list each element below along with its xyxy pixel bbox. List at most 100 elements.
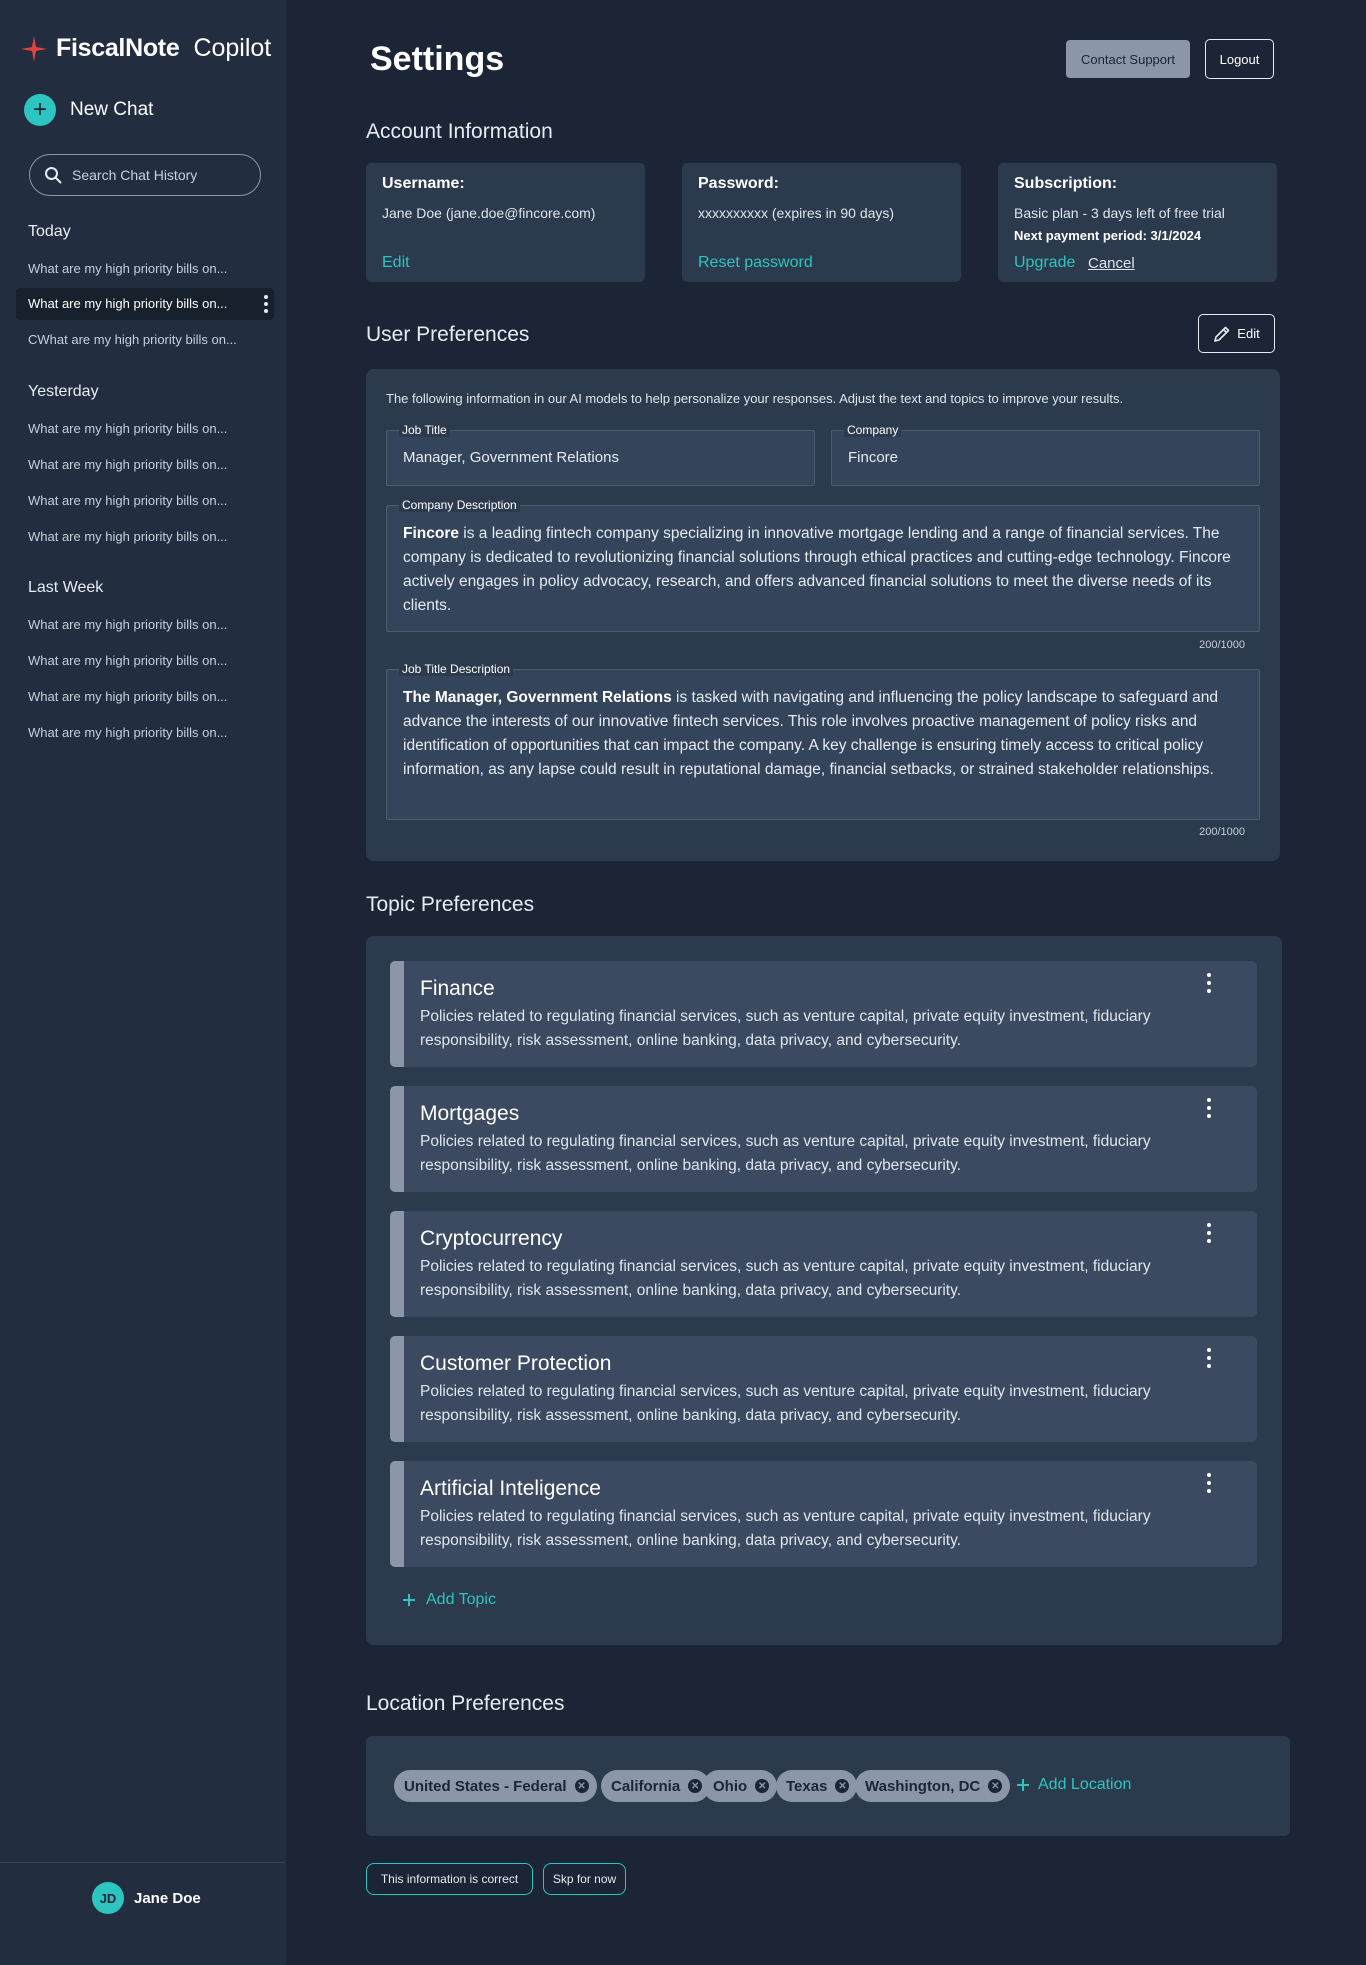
location-chip: California ✕ <box>601 1770 711 1802</box>
subscription-card: Subscription: Basic plan - 3 days left o… <box>998 163 1277 282</box>
company-field[interactable]: Company Fincore <box>831 423 1260 486</box>
location-chip: Ohio ✕ <box>703 1770 778 1802</box>
job-title-description-counter: 200/1000 <box>1199 826 1245 838</box>
topic-name: Mortgages <box>420 1102 520 1125</box>
topic-name: Customer Protection <box>420 1352 612 1375</box>
job-title-field[interactable]: Job Title Manager, Government Relations <box>386 423 815 486</box>
topic-description: Policies related to regulating financial… <box>420 1508 1151 1549</box>
sidebar: FiscalNote Copilot + New Chat Today What … <box>0 0 286 1965</box>
chat-history-item[interactable]: What are my high priority bills on... <box>28 725 268 740</box>
location-chip-label: United States - Federal <box>404 1777 567 1795</box>
add-location-button[interactable]: Add Location <box>1016 1776 1131 1794</box>
topic-more-options-icon[interactable] <box>1206 973 1212 993</box>
chat-history-item[interactable]: What are my high priority bills on... <box>28 689 268 704</box>
more-options-icon[interactable] <box>264 295 268 313</box>
remove-location-icon[interactable]: ✕ <box>988 1779 1003 1793</box>
remove-location-icon[interactable]: ✕ <box>688 1779 703 1793</box>
topic-card[interactable]: Artificial Inteligence Policies related … <box>390 1461 1257 1567</box>
job-title-description-field[interactable]: Job Title Description The Manager, Gover… <box>386 662 1260 820</box>
topic-drag-handle[interactable] <box>390 1461 404 1567</box>
contact-support-button[interactable]: Contact Support <box>1066 40 1190 78</box>
reset-password-link[interactable]: Reset password <box>698 254 813 272</box>
topic-card[interactable]: Customer Protection Policies related to … <box>390 1336 1257 1442</box>
chat-history-item[interactable]: What are my high priority bills on... <box>28 617 268 632</box>
topic-drag-handle[interactable] <box>390 961 404 1067</box>
add-topic-label: Add Topic <box>426 1591 496 1608</box>
cancel-subscription-link[interactable]: Cancel <box>1088 255 1135 272</box>
plus-icon <box>1017 1779 1029 1791</box>
topic-name: Cryptocurrency <box>420 1227 563 1250</box>
add-topic-button[interactable]: Add Topic <box>402 1591 496 1609</box>
next-payment: Next payment period: 3/1/2024 <box>1014 228 1202 243</box>
brand-product: Copilot <box>193 34 272 62</box>
search-icon <box>45 167 62 184</box>
job-title-description-label: Job Title Description <box>399 662 514 676</box>
chat-history-item[interactable]: What are my high priority bills on... <box>28 653 268 668</box>
topic-preferences-title: Topic Preferences <box>366 893 535 916</box>
page-title: Settings <box>370 40 505 78</box>
edit-label: Edit <box>1237 326 1260 341</box>
topic-card[interactable]: Mortgages Policies related to regulating… <box>390 1086 1257 1192</box>
chat-history-item[interactable]: What are my high priority bills on... <box>28 457 268 472</box>
preferences-intro: The following information in our AI mode… <box>386 391 1124 406</box>
user-name: Jane Doe <box>134 1889 201 1907</box>
company-value: Fincore <box>848 449 899 466</box>
topic-description: Policies related to regulating financial… <box>420 1258 1151 1299</box>
subscription-value: Basic plan - 3 days left of free trial <box>1014 205 1225 221</box>
topic-more-options-icon[interactable] <box>1206 1348 1212 1368</box>
topic-card[interactable]: Finance Policies related to regulating f… <box>390 961 1257 1067</box>
remove-location-icon[interactable]: ✕ <box>835 1779 850 1793</box>
chat-history-item[interactable]: What are my high priority bills on... <box>28 529 268 544</box>
company-description-counter: 200/1000 <box>1199 639 1245 651</box>
chat-history-item[interactable]: What are my high priority bills on... <box>28 493 268 508</box>
username-label: Username: <box>382 175 465 192</box>
topic-drag-handle[interactable] <box>390 1211 404 1317</box>
chat-history-item[interactable]: What are my high priority bills on... <box>28 421 268 436</box>
sidebar-footer: JD Jane Doe <box>0 1862 286 1965</box>
topic-more-options-icon[interactable] <box>1206 1098 1212 1118</box>
information-correct-button[interactable]: This information is correct <box>366 1863 533 1895</box>
location-chip-label: California <box>611 1777 681 1795</box>
topic-description: Policies related to regulating financial… <box>420 1008 1151 1049</box>
edit-preferences-button[interactable]: Edit <box>1198 314 1275 353</box>
topic-more-options-icon[interactable] <box>1206 1223 1212 1243</box>
fiscalnote-star-icon <box>21 35 47 62</box>
topic-drag-handle[interactable] <box>390 1086 404 1192</box>
chat-history-item[interactable]: CWhat are my high priority bills on... <box>28 332 268 347</box>
search-box[interactable] <box>29 154 261 196</box>
new-chat-button[interactable]: + New Chat <box>24 94 153 126</box>
logout-button[interactable]: Logout <box>1205 39 1274 79</box>
history-group-last-week: Last Week <box>28 579 104 596</box>
topic-name: Artificial Inteligence <box>420 1477 601 1500</box>
user-profile[interactable]: JD Jane Doe <box>92 1882 201 1914</box>
location-preferences-title: Location Preferences <box>366 1692 565 1715</box>
user-preferences-panel: The following information in our AI mode… <box>366 369 1280 861</box>
company-description-field[interactable]: Company Description Fincore is a leading… <box>386 498 1260 632</box>
topic-card[interactable]: Cryptocurrency Policies related to regul… <box>390 1211 1257 1317</box>
location-chip-label: Ohio <box>713 1777 748 1795</box>
history-group-yesterday: Yesterday <box>28 383 99 400</box>
topic-more-options-icon[interactable] <box>1206 1473 1212 1493</box>
edit-username-link[interactable]: Edit <box>382 254 410 272</box>
upgrade-link[interactable]: Upgrade <box>1014 254 1075 272</box>
location-chip-label: Texas <box>786 1777 828 1795</box>
remove-location-icon[interactable]: ✕ <box>755 1779 770 1793</box>
job-title-label: Job Title <box>399 423 450 437</box>
chat-history-item-active[interactable]: What are my high priority bills on... <box>16 288 274 320</box>
remove-location-icon[interactable]: ✕ <box>574 1779 589 1793</box>
topic-description: Policies related to regulating financial… <box>420 1383 1151 1424</box>
brand-logo[interactable]: FiscalNote Copilot <box>20 34 271 63</box>
topic-name: Finance <box>420 977 495 1000</box>
plus-icon: + <box>24 94 56 126</box>
chat-history-item-label: What are my high priority bills on... <box>28 296 228 311</box>
job-title-description-text: The Manager, Government Relations is tas… <box>403 689 1219 778</box>
location-chip: Washington, DC ✕ <box>855 1770 1011 1802</box>
search-input[interactable] <box>72 167 242 183</box>
chat-history-item[interactable]: What are my high priority bills on... <box>28 261 268 276</box>
skip-button[interactable]: Skp for now <box>543 1863 626 1895</box>
account-section-title: Account Information <box>366 120 553 143</box>
topic-description: Policies related to regulating financial… <box>420 1133 1151 1174</box>
topic-drag-handle[interactable] <box>390 1336 404 1442</box>
pencil-icon <box>1214 326 1230 342</box>
plus-icon <box>403 1594 415 1606</box>
